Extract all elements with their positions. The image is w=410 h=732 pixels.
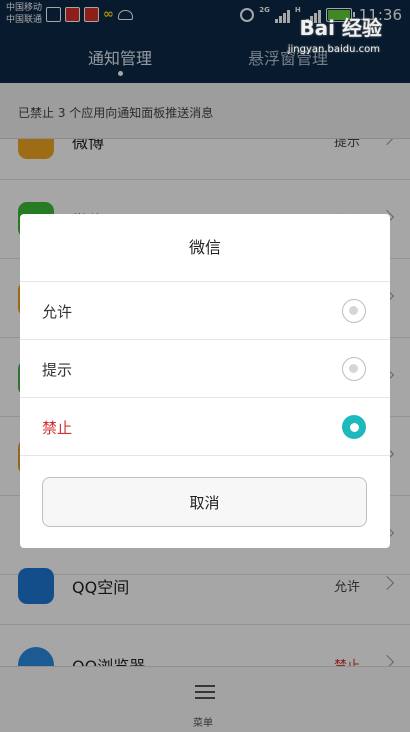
radio-unselected[interactable] <box>342 357 366 381</box>
option-label: 禁止 <box>42 419 73 437</box>
option-label: 允许 <box>42 303 73 321</box>
option-forbid[interactable]: 禁止 <box>20 398 390 456</box>
option-allow[interactable]: 允许 <box>20 282 390 340</box>
option-label: 提示 <box>42 361 73 379</box>
radio-selected[interactable] <box>342 415 366 439</box>
option-prompt[interactable]: 提示 <box>20 340 390 398</box>
notification-setting-dialog: 微信 允许 提示 禁止 取消 <box>20 214 390 548</box>
cancel-button[interactable]: 取消 <box>42 477 367 527</box>
radio-unselected[interactable] <box>342 299 366 323</box>
dialog-title: 微信 <box>20 214 390 282</box>
baidu-watermark: Bai 经验 <box>299 16 382 40</box>
baidu-watermark-url: jingyan.baidu.com <box>287 44 380 55</box>
